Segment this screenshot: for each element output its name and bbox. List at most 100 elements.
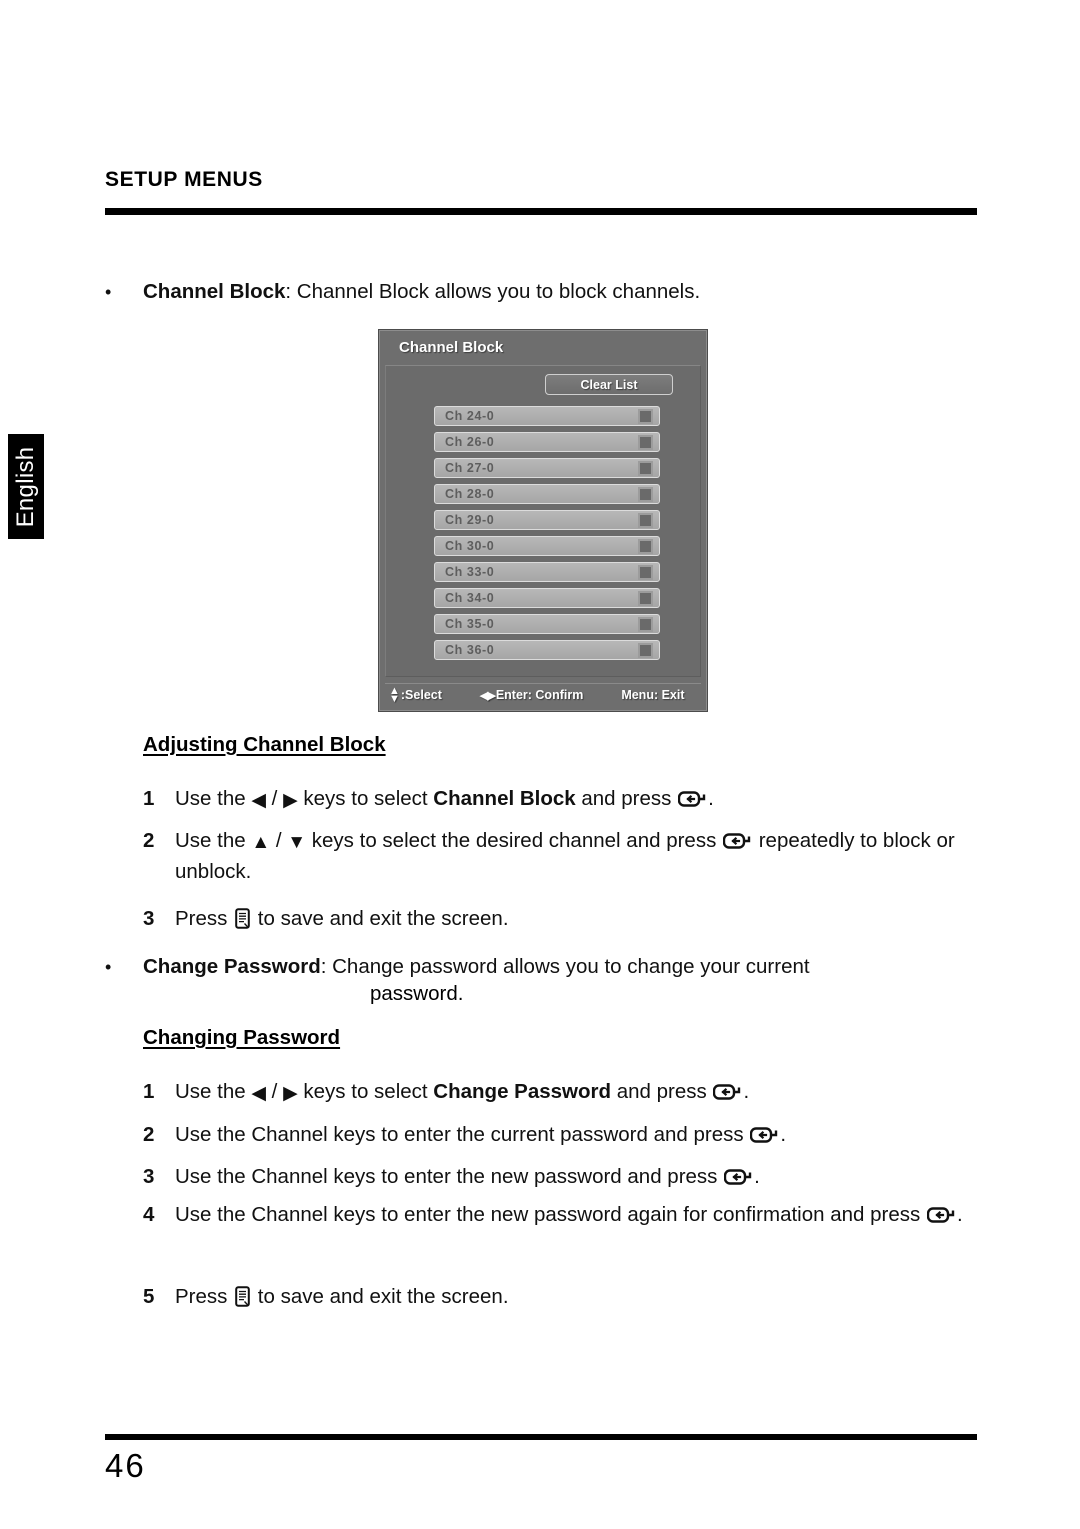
table-row[interactable]: Ch 35-0	[434, 614, 660, 634]
step-text: Press to save and exit the screen.	[175, 907, 509, 930]
term-change-password: Change Password	[143, 955, 321, 978]
channel-label: Ch 26-0	[445, 435, 495, 449]
block-checkbox[interactable]	[638, 461, 653, 476]
page-title: SETUP MENUS	[105, 168, 263, 191]
step-text: Use the Channel keys to enter the curren…	[175, 1123, 787, 1146]
bullet-change-password: • Change Password: Change password allow…	[105, 952, 1005, 982]
block-checkbox[interactable]	[638, 643, 653, 658]
bullet-point-icon: •	[105, 957, 112, 977]
step-text: Use the ▲ / ▼ keys to select the desired…	[175, 829, 955, 883]
step-text: Press to save and exit the screen.	[175, 1285, 509, 1308]
channel-label: Ch 30-0	[445, 539, 495, 553]
bullet-channel-block: • Channel Block: Channel Block allows yo…	[105, 277, 977, 307]
up-triangle-icon: ▲	[251, 832, 271, 853]
step-number: 1	[143, 787, 155, 810]
left-triangle-icon: ◀	[251, 1083, 266, 1104]
channel-label: Ch 36-0	[445, 643, 495, 657]
enter-key-icon	[678, 791, 707, 808]
step-cp-1: 1 Use the ◀ / ▶ keys to select Change Pa…	[143, 1076, 983, 1107]
step-number: 3	[143, 907, 155, 930]
header-rule	[105, 208, 977, 215]
table-row[interactable]: Ch 33-0	[434, 562, 660, 582]
page-number: 46	[105, 1447, 146, 1484]
table-row[interactable]: Ch 29-0	[434, 510, 660, 530]
enter-key-icon	[926, 1207, 956, 1224]
table-row[interactable]: Ch 26-0	[434, 432, 660, 452]
status-enter-label: Enter: Confirm	[495, 688, 584, 702]
channel-label: Ch 28-0	[445, 487, 495, 501]
block-checkbox[interactable]	[638, 409, 653, 424]
table-row[interactable]: Ch 28-0	[434, 484, 660, 504]
step-text: Use the Channel keys to enter the new pa…	[175, 1165, 760, 1188]
left-right-arrows-icon: ◀▶	[479, 689, 496, 702]
channel-block-list: Ch 24-0 Ch 26-0 Ch 27-0 Ch 28-0 Ch 29-0 …	[434, 406, 660, 666]
step-cp-5: 5 Press to save and exit the screen.	[143, 1281, 983, 1312]
osd-title: Channel Block	[399, 339, 504, 356]
channel-label: Ch 33-0	[445, 565, 495, 579]
step-number: 2	[143, 1123, 155, 1146]
table-row[interactable]: Ch 24-0	[434, 406, 660, 426]
step-acb-3: 3 Press to save and exit the screen.	[143, 903, 983, 934]
osd-status-bar: ▲ ▼ :Select ◀▶ Enter: Confirm Menu: Exit	[385, 683, 701, 706]
step-cp-3: 3 Use the Channel keys to enter the new …	[143, 1161, 983, 1192]
step-cp-4: 4 Use the Channel keys to enter the new …	[143, 1199, 983, 1230]
status-select-hint: ▲ ▼ :Select	[389, 685, 442, 705]
right-triangle-icon: ▶	[283, 790, 298, 811]
enter-key-icon	[723, 833, 752, 850]
block-checkbox[interactable]	[638, 565, 653, 580]
channel-label: Ch 34-0	[445, 591, 495, 605]
table-row[interactable]: Ch 30-0	[434, 536, 660, 556]
desc-change-password: : Change password allows you to change y…	[320, 955, 810, 978]
channel-label: Ch 24-0	[445, 409, 495, 423]
block-checkbox[interactable]	[638, 487, 653, 502]
bullet-channel-block-text: Channel Block: Channel Block allows you …	[143, 277, 977, 307]
clear-list-button[interactable]: Clear List	[545, 374, 673, 395]
up-down-arrows-icon: ▲ ▼	[389, 685, 400, 705]
step-acb-2: 2 Use the ▲ / ▼ keys to select the desir…	[143, 825, 983, 887]
bullet-change-password-text: Change Password: Change password allows …	[143, 952, 1005, 982]
step-text: Use the Channel keys to enter the new pa…	[175, 1203, 963, 1226]
step-number: 3	[143, 1165, 155, 1188]
desc-channel-block: : Channel Block allows you to block chan…	[285, 280, 701, 303]
heading-changing-password: Changing Password	[143, 1026, 341, 1049]
osd-content-area: Clear List Ch 24-0 Ch 26-0 Ch 27-0 Ch 28…	[385, 365, 701, 677]
step-text: Use the ◀ / ▶ keys to select Channel Blo…	[175, 787, 714, 811]
step-acb-1: 1 Use the ◀ / ▶ keys to select Channel B…	[143, 783, 983, 814]
enter-key-icon	[750, 1127, 779, 1144]
step-number: 5	[143, 1285, 155, 1308]
step-cp-2: 2 Use the Channel keys to enter the curr…	[143, 1119, 983, 1150]
step-text: Use the ◀ / ▶ keys to select Change Pass…	[175, 1080, 750, 1104]
right-triangle-icon: ▶	[283, 1083, 298, 1104]
page-header: SETUP MENUS	[105, 168, 977, 192]
channel-label: Ch 27-0	[445, 461, 495, 475]
status-select-label: :Select	[400, 688, 442, 702]
left-triangle-icon: ◀	[251, 790, 266, 811]
menu-key-icon	[235, 908, 250, 929]
language-side-tab: English	[8, 434, 44, 539]
desc-change-password-line2: password.	[370, 982, 464, 1005]
table-row[interactable]: Ch 36-0	[434, 640, 660, 660]
enter-key-icon	[713, 1084, 742, 1101]
step-number: 2	[143, 829, 155, 852]
term-channel-block: Channel Block	[143, 280, 286, 303]
block-checkbox[interactable]	[638, 513, 653, 528]
enter-key-icon	[724, 1169, 753, 1186]
menu-key-icon	[235, 1286, 250, 1307]
status-exit-label: Menu: Exit	[621, 688, 685, 702]
block-checkbox[interactable]	[638, 435, 653, 450]
step-number: 1	[143, 1080, 155, 1103]
table-row[interactable]: Ch 27-0	[434, 458, 660, 478]
block-checkbox[interactable]	[638, 539, 653, 554]
osd-channel-block-panel: Channel Block Clear List Ch 24-0 Ch 26-0…	[378, 329, 708, 712]
footer-rule	[105, 1434, 977, 1440]
block-checkbox[interactable]	[638, 617, 653, 632]
block-checkbox[interactable]	[638, 591, 653, 606]
table-row[interactable]: Ch 34-0	[434, 588, 660, 608]
down-triangle-icon: ▼	[287, 832, 307, 853]
bullet-point-icon: •	[105, 282, 112, 302]
heading-adjusting-channel-block: Adjusting Channel Block	[143, 733, 386, 756]
status-enter-hint: ◀▶ Enter: Confirm	[480, 688, 583, 702]
channel-label: Ch 35-0	[445, 617, 495, 631]
channel-label: Ch 29-0	[445, 513, 495, 527]
step-number: 4	[143, 1203, 155, 1226]
